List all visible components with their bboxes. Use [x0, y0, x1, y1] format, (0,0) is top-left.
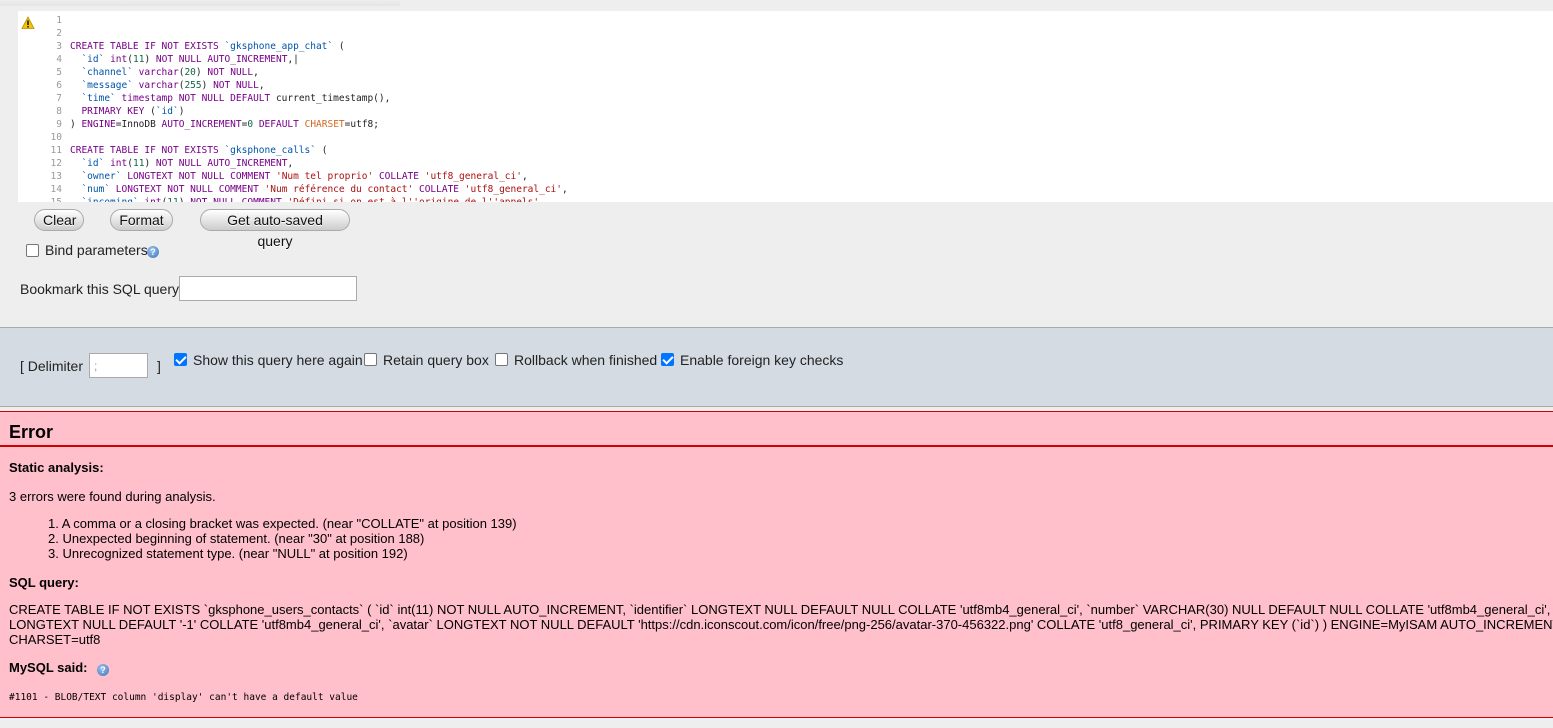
bookmark-input[interactable] — [179, 276, 357, 301]
code-text[interactable]: `id` int(11) NOT NULL AUTO_INCREMENT, — [70, 158, 293, 169]
line-number: 6 — [56, 80, 62, 91]
line-number: 15 — [18, 196, 70, 202]
sql-query-panel: 1 2 3 CREATE TABLE IF NOT EXISTS `gksphone_… — [0, 0, 1553, 326]
error-item: 2. Unexpected beginning of statement. (n… — [48, 531, 425, 546]
rollback-label[interactable]: Rollback when finished — [514, 352, 657, 368]
line-number: 10 — [50, 132, 62, 143]
code-line[interactable]: 4 `id` int(11) NOT NULL AUTO_INCREMENT,| — [18, 53, 568, 66]
line-number: 12 — [50, 158, 62, 169]
foreign-key-checks-label[interactable]: Enable foreign key checks — [680, 352, 843, 368]
error-item: 1. A comma or a closing bracket was expe… — [48, 516, 517, 531]
delimiter-input[interactable] — [89, 353, 148, 378]
line-number: 13 — [50, 171, 62, 182]
sql-editor[interactable]: 1 2 3 CREATE TABLE IF NOT EXISTS `gksphone_… — [18, 11, 1553, 202]
static-analysis-label: Static analysis: — [9, 460, 104, 475]
rollback-checkbox[interactable] — [495, 353, 508, 366]
sql-query-line: LONGTEXT NULL DEFAULT '-1' COLLATE 'utf8… — [9, 617, 1553, 632]
error-list: 1. A comma or a closing bracket was expe… — [48, 516, 517, 561]
code-line[interactable]: 14 `num` LONGTEXT NOT NULL COMMENT 'Num … — [18, 183, 568, 196]
sql-query-line: CREATE TABLE IF NOT EXISTS `gksphone_use… — [9, 602, 1551, 617]
error-panel: Error Static analysis: 3 errors were fou… — [0, 411, 1553, 718]
retain-query-box-label[interactable]: Retain query box — [383, 352, 489, 368]
code-text[interactable]: `channel` varchar(20) NOT NULL, — [70, 67, 258, 78]
code-line[interactable]: 3 CREATE TABLE IF NOT EXISTS `gksphone_ap… — [18, 40, 568, 53]
foreign-key-checks-checkbox[interactable] — [661, 353, 674, 366]
bookmark-label: Bookmark this SQL query: — [20, 281, 183, 297]
code-text[interactable]: `incoming` int(11) NOT NULL COMMENT 'Déf… — [70, 197, 539, 202]
error-summary: 3 errors were found during analysis. — [9, 489, 216, 504]
retain-query-box-checkbox[interactable] — [364, 353, 377, 366]
code-line[interactable]: 6 `message` varchar(255) NOT NULL, — [18, 79, 568, 92]
code-line[interactable]: 7 `time` timestamp NOT NULL DEFAULT curr… — [18, 92, 568, 105]
line-number: 5 — [56, 67, 62, 78]
sql-query-line: CHARSET=utf8 — [9, 632, 101, 647]
help-icon[interactable]: ? — [147, 246, 159, 258]
show-query-again-checkbox[interactable] — [174, 353, 187, 366]
code-lines[interactable]: 1 2 3 CREATE TABLE IF NOT EXISTS `gksphone_… — [18, 14, 568, 202]
code-line[interactable]: 2 — [18, 27, 568, 40]
query-options-bar: [ Delimiter ] Show this query here again… — [0, 327, 1553, 407]
code-line[interactable]: 9 ) ENGINE=InnoDB AUTO_INCREMENT=0 DEFAUL… — [18, 118, 568, 131]
mysql-error-message: #1101 - BLOB/TEXT column 'display' can't… — [9, 692, 358, 703]
top-strip — [0, 0, 400, 6]
code-text[interactable]: `num` LONGTEXT NOT NULL COMMENT 'Num réf… — [70, 184, 567, 195]
bind-parameters-label[interactable]: Bind parameters — [45, 242, 148, 258]
code-line[interactable]: 1 — [18, 14, 568, 27]
line-number: 3 — [56, 41, 62, 52]
sql-query-label: SQL query: — [9, 575, 79, 590]
format-button[interactable]: Format — [110, 209, 173, 231]
code-text[interactable]: `time` timestamp NOT NULL DEFAULT curren… — [70, 93, 390, 104]
line-number: 2 — [56, 28, 62, 39]
line-number: 8 — [56, 106, 62, 117]
code-line[interactable]: 5 `channel` varchar(20) NOT NULL, — [18, 66, 568, 79]
show-query-again-label[interactable]: Show this query here again — [193, 352, 363, 368]
sql-query-text: CREATE TABLE IF NOT EXISTS `gksphone_use… — [9, 602, 1553, 647]
delimiter-label: [ Delimiter — [20, 358, 84, 374]
code-line[interactable]: 10 — [18, 131, 568, 144]
code-line[interactable]: 13 `owner` LONGTEXT NOT NULL COMMENT 'Nu… — [18, 170, 568, 183]
error-title: Error — [9, 422, 54, 442]
code-line[interactable]: 8 PRIMARY KEY (`id`) — [18, 105, 568, 118]
mysql-said-label: MySQL said: — [9, 660, 88, 675]
error-item: 3. Unrecognized statement type. (near "N… — [48, 546, 408, 561]
delimiter-close-bracket: ] — [157, 358, 161, 374]
help-icon[interactable]: ? — [97, 664, 109, 676]
code-text[interactable]: `owner` LONGTEXT NOT NULL COMMENT 'Num t… — [70, 171, 527, 182]
clear-button[interactable]: Clear — [34, 209, 84, 231]
line-number: 7 — [56, 93, 62, 104]
code-text[interactable]: `message` varchar(255) NOT NULL, — [70, 80, 264, 91]
code-text[interactable]: ) ENGINE=InnoDB AUTO_INCREMENT=0 DEFAULT… — [70, 119, 379, 130]
code-text[interactable]: PRIMARY KEY (`id`) — [70, 106, 184, 117]
line-number: 1 — [56, 15, 62, 26]
bind-parameters-checkbox[interactable] — [26, 244, 39, 257]
code-text[interactable]: CREATE TABLE IF NOT EXISTS `gksphone_app… — [70, 41, 345, 52]
code-line[interactable]: 15 `incoming` int(11) NOT NULL COMMENT '… — [18, 196, 568, 202]
get-auto-saved-query-button[interactable]: Get auto-saved query — [200, 209, 350, 249]
code-text[interactable]: `id` int(11) NOT NULL AUTO_INCREMENT,| — [70, 54, 298, 65]
line-number: 14 — [50, 184, 62, 195]
error-divider — [0, 445, 1553, 447]
code-text[interactable]: CREATE TABLE IF NOT EXISTS `gksphone_cal… — [70, 145, 327, 156]
line-number: 9 — [56, 119, 62, 130]
line-number: 4 — [56, 54, 62, 65]
code-line[interactable]: 12 `id` int(11) NOT NULL AUTO_INCREMENT, — [18, 157, 568, 170]
line-number: 11 — [50, 145, 62, 156]
code-line[interactable]: 11 CREATE TABLE IF NOT EXISTS `gksphone_c… — [18, 144, 568, 157]
